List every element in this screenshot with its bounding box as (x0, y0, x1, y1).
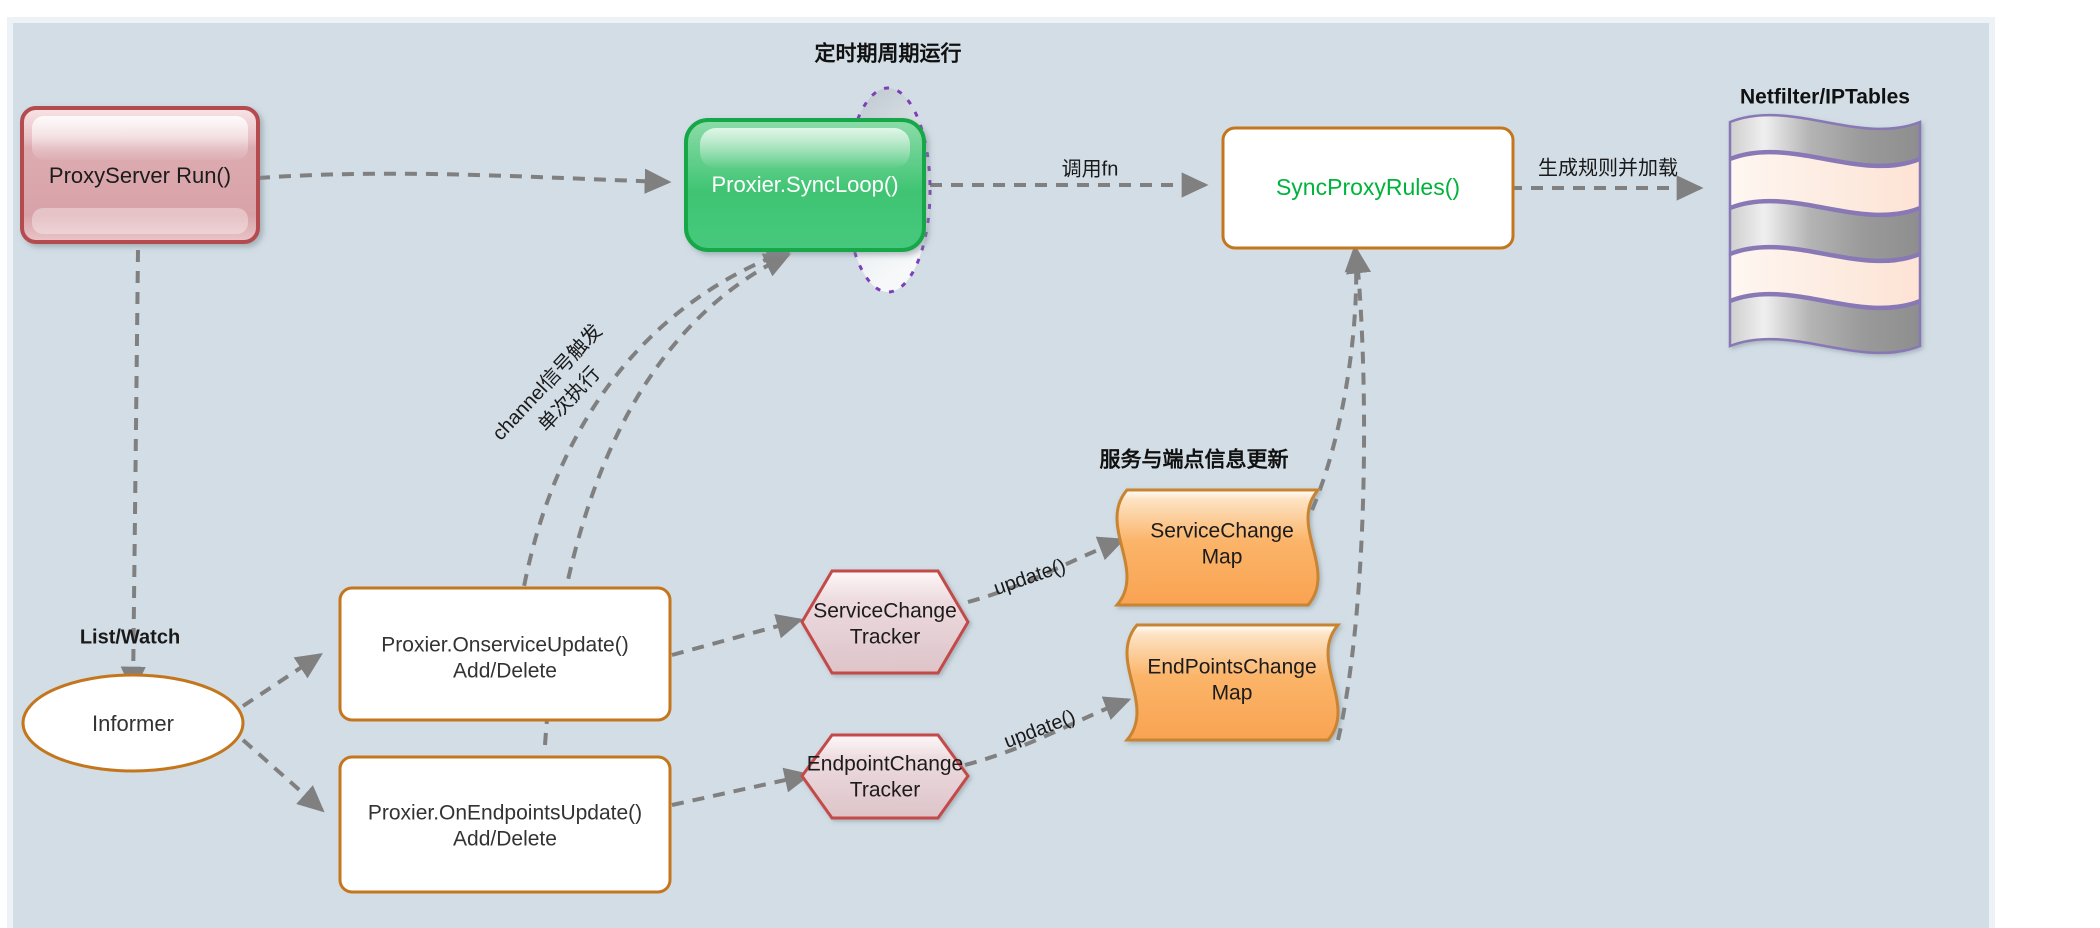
edge-endpoints-map-to-rules (1336, 246, 1372, 741)
service-change-tracker-line1: ServiceChange (813, 600, 957, 623)
informer-label: Informer (92, 711, 174, 736)
diagram-svg: ProxyServer Run() Proxier.SyncLoop() 定时期… (20, 42, 1922, 894)
on-service-update-line2: Add/Delete (453, 660, 557, 683)
node-sync-loop[interactable]: Proxier.SyncLoop() (684, 118, 926, 252)
node-endpoint-change-tracker[interactable]: EndpointChange Tracker (800, 733, 970, 820)
edge-label-update-service: update() (991, 555, 1069, 600)
node-netfilter-iptables[interactable] (1728, 113, 1922, 355)
node-service-change-tracker[interactable]: ServiceChange Tracker (800, 569, 970, 675)
diagram-canvas: ProxyServer Run() Proxier.SyncLoop() 定时期… (0, 0, 2100, 928)
proxyserver-run-gloss (32, 116, 248, 160)
edge-label-update-endpoints: update() (1001, 706, 1078, 753)
node-service-change-map[interactable]: ServiceChange Map (1113, 488, 1322, 607)
edge-service-update-to-tracker (671, 614, 804, 657)
sync-loop-gloss (700, 128, 910, 168)
edge-label-list-watch: List/Watch (80, 626, 180, 648)
node-sync-proxy-rules[interactable]: SyncProxyRules() (1221, 126, 1515, 250)
service-change-map-line1: ServiceChange (1150, 520, 1294, 543)
netfilter-title: Netfilter/IPTables (1740, 86, 1910, 109)
node-informer[interactable]: Informer (21, 673, 245, 773)
endpoint-change-tracker-shape (800, 733, 970, 820)
node-proxyserver-run[interactable]: ProxyServer Run() (20, 106, 260, 244)
endpoint-change-tracker-line2: Tracker (850, 779, 920, 802)
edge-label-call-fn: 调用fn (1062, 157, 1119, 180)
edge-label-generate-rules: 生成规则并加载 (1538, 156, 1678, 179)
endpoints-change-map-line2: Map (1212, 682, 1253, 705)
proxyserver-run-bottom-gloss (32, 208, 248, 234)
sync-proxy-rules-label: SyncProxyRules() (1276, 174, 1460, 200)
endpoints-change-map-line1: EndPointsChange (1147, 656, 1316, 679)
maps-group-title: 服务与端点信息更新 (1100, 448, 1289, 472)
edge-service-map-to-rules (1310, 244, 1370, 511)
edge-informer-to-endpoints-update (241, 738, 325, 813)
node-endpoints-change-map[interactable]: EndPointsChange Map (1123, 623, 1342, 742)
edge-informer-to-service-update (241, 653, 323, 708)
on-service-update-line1: Proxier.OnserviceUpdate() (381, 634, 628, 657)
sync-loop-halo-title: 定时期周期运行 (815, 42, 962, 66)
service-change-map-line2: Map (1202, 546, 1243, 569)
on-endpoints-update-line1: Proxier.OnEndpointsUpdate() (368, 802, 642, 825)
endpoint-change-tracker-line1: EndpointChange (807, 753, 963, 776)
node-on-endpoints-update[interactable]: Proxier.OnEndpointsUpdate() Add/Delete (338, 755, 672, 894)
edge-run-to-informer (120, 249, 146, 694)
proxyserver-run-label: ProxyServer Run() (49, 163, 231, 188)
edge-endpoints-update-to-tracker (671, 767, 812, 807)
on-endpoints-update-line2: Add/Delete (453, 828, 557, 851)
node-on-service-update[interactable]: Proxier.OnserviceUpdate() Add/Delete (338, 586, 672, 722)
sync-loop-label: Proxier.SyncLoop() (711, 172, 898, 197)
service-change-tracker-line2: Tracker (850, 626, 920, 649)
edge-run-to-syncloop (257, 168, 672, 194)
